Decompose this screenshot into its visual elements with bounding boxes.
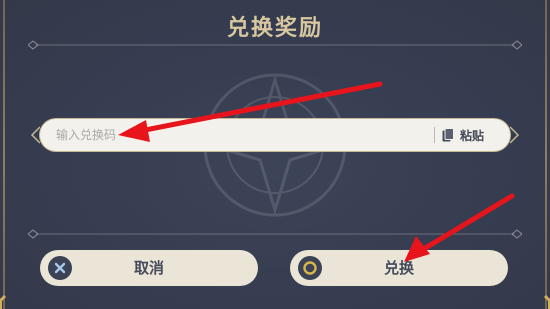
input-ornament-right-icon [510,126,520,144]
redeem-code-input-box: 粘贴 [40,119,510,151]
redeem-code-input-container: 粘贴 [30,116,520,154]
clipboard-icon [442,128,454,142]
paste-button[interactable]: 粘贴 [442,123,484,147]
cancel-button[interactable]: 取消 [40,250,258,286]
redeem-code-input[interactable] [56,119,426,151]
redeem-confirm-button-label: 兑换 [383,259,414,277]
ornament-divider-bottom [28,229,522,239]
paste-separator [434,127,435,143]
redeem-dialog: 兑换奖励 粘贴 [0,0,550,309]
paste-button-label: 粘贴 [460,128,485,143]
redeem-confirm-button[interactable]: 兑换 [290,250,508,286]
input-ornament-left-icon [30,126,40,144]
corner-ornament-bottom-right-icon [544,295,550,309]
frame-right-border [545,0,547,309]
cancel-button-label: 取消 [133,259,164,277]
dialog-title: 兑换奖励 [226,16,323,41]
corner-ornament-bottom-left-icon [0,295,6,309]
ornament-divider-top [28,40,522,50]
frame-left-border [3,0,5,309]
